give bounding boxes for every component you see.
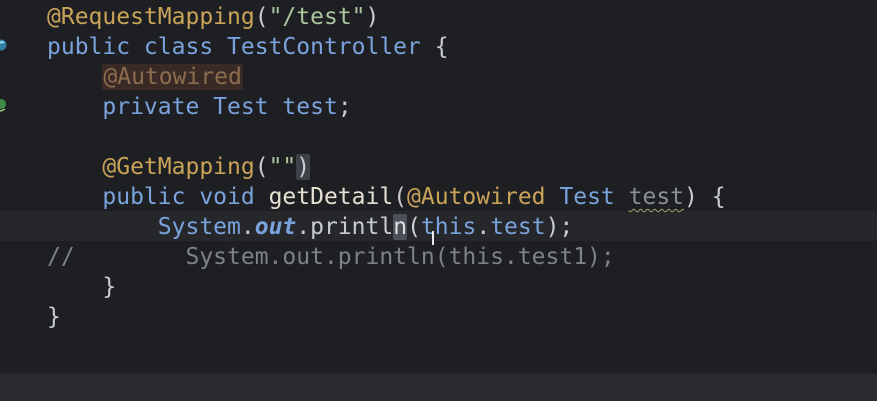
code-token: @RequestMapping xyxy=(47,4,255,30)
code-line-text[interactable]: } xyxy=(47,302,61,332)
code-token: @Autowired xyxy=(407,184,560,210)
code-token: this xyxy=(420,214,477,240)
code-line-text[interactable]: } xyxy=(47,272,116,302)
code-token: ( xyxy=(407,214,421,240)
code-line-text[interactable]: @GetMapping("") xyxy=(47,152,311,182)
code-line-text[interactable]: @Autowired xyxy=(47,62,243,92)
code-token: ( xyxy=(254,154,269,180)
code-token: public class xyxy=(47,34,228,60)
spring-bean-icon[interactable] xyxy=(0,38,7,52)
code-token: System xyxy=(157,214,241,240)
code-token: test xyxy=(282,94,338,120)
code-line-text[interactable]: // System.out.println(this.test1); xyxy=(47,242,615,272)
code-token: . xyxy=(476,214,491,240)
code-token: @GetMapping xyxy=(102,154,255,180)
code-token: test xyxy=(628,184,685,210)
code-editor[interactable]: @RequestMapping("/test") public class Tes… xyxy=(0,0,877,373)
code-token: ; xyxy=(337,94,352,120)
code-token: n xyxy=(393,214,408,240)
code-token: Test xyxy=(559,184,629,210)
code-token: ( xyxy=(393,184,408,210)
code-token: Test xyxy=(213,94,283,120)
code-token: test xyxy=(490,214,546,240)
code-token: out xyxy=(254,214,297,240)
code-token: @Autowired xyxy=(102,64,243,90)
code-token: "" xyxy=(268,154,297,180)
code-token: ) { xyxy=(684,184,726,210)
code-token: // System.out.println(this.test1); xyxy=(47,244,615,270)
code-token: ) xyxy=(296,154,311,180)
code-line-text[interactable]: @RequestMapping("/test") xyxy=(47,2,379,32)
code-token: ) xyxy=(365,4,380,30)
code-token: public void xyxy=(102,184,269,210)
code-token: private xyxy=(102,94,214,120)
code-token: ); xyxy=(545,214,574,240)
code-token: . xyxy=(240,214,255,240)
code-line-text[interactable]: public void getDetail(@Autowired Test te… xyxy=(47,182,726,212)
text-cursor-icon xyxy=(432,231,434,245)
code-line-text[interactable]: public class TestController { xyxy=(47,32,449,62)
code-token: { xyxy=(434,34,449,60)
code-token: TestController xyxy=(227,34,435,60)
code-token: } xyxy=(47,304,61,330)
autowired-navigation-icon[interactable] xyxy=(0,98,7,112)
code-token: "/test" xyxy=(268,4,366,30)
code-line-text[interactable]: private Test test; xyxy=(47,92,352,122)
editor-bottom-bar xyxy=(0,373,877,401)
code-token: getDetail xyxy=(268,184,394,210)
code-token: ( xyxy=(254,4,269,30)
code-line-text[interactable]: System.out.println(this.test); xyxy=(47,212,573,242)
code-token: } xyxy=(102,274,117,300)
code-token: .printl xyxy=(296,214,394,240)
